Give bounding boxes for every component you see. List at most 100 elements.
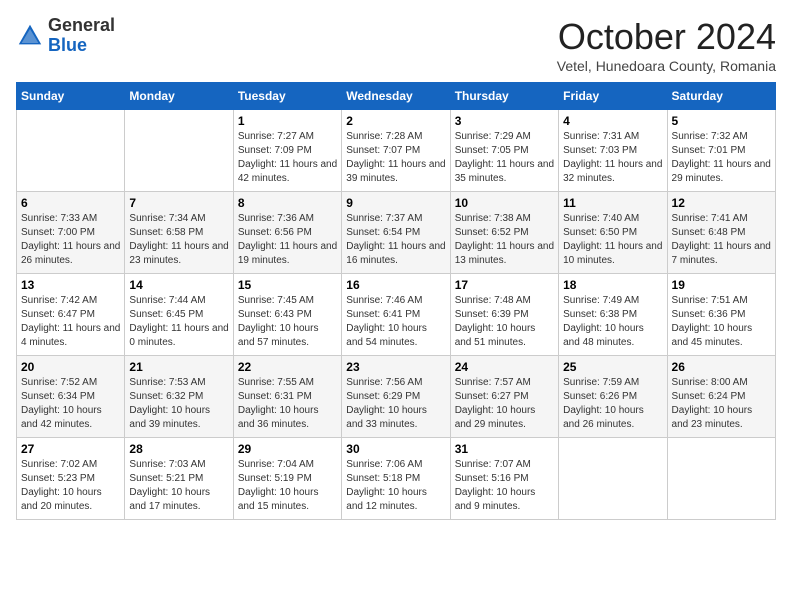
calendar-week-row: 20 Sunrise: 7:52 AM Sunset: 6:34 PM Dayli… [17,356,776,438]
day-number: 7 [129,196,228,210]
calendar-cell [667,438,775,520]
calendar-cell: 31 Sunrise: 7:07 AM Sunset: 5:16 PM Dayli… [450,438,558,520]
day-number: 1 [238,114,337,128]
day-detail: Sunrise: 7:28 AM Sunset: 7:07 PM Dayligh… [346,130,445,186]
logo: General Blue [16,16,115,56]
calendar-cell: 16 Sunrise: 7:46 AM Sunset: 6:41 PM Dayli… [342,274,450,356]
day-detail: Sunrise: 7:59 AM Sunset: 6:26 PM Dayligh… [563,376,662,432]
calendar-cell: 18 Sunrise: 7:49 AM Sunset: 6:38 PM Dayli… [559,274,667,356]
calendar-cell: 21 Sunrise: 7:53 AM Sunset: 6:32 PM Dayli… [125,356,233,438]
day-detail: Sunrise: 7:56 AM Sunset: 6:29 PM Dayligh… [346,376,445,432]
day-detail: Sunrise: 7:29 AM Sunset: 7:05 PM Dayligh… [455,130,554,186]
calendar-cell: 25 Sunrise: 7:59 AM Sunset: 6:26 PM Dayli… [559,356,667,438]
day-detail: Sunrise: 7:40 AM Sunset: 6:50 PM Dayligh… [563,212,662,268]
day-number: 20 [21,360,120,374]
calendar-cell: 27 Sunrise: 7:02 AM Sunset: 5:23 PM Dayli… [17,438,125,520]
day-number: 16 [346,278,445,292]
day-detail: Sunrise: 7:48 AM Sunset: 6:39 PM Dayligh… [455,294,554,350]
calendar-cell: 7 Sunrise: 7:34 AM Sunset: 6:58 PM Daylig… [125,192,233,274]
calendar-cell: 24Sunrise: 7:57 AM Sunset: 6:27 PM Dayli… [450,356,558,438]
weekday-header-row: SundayMondayTuesdayWednesdayThursdayFrid… [17,83,776,110]
title-block: October 2024 Vetel, Hunedoara County, Ro… [557,16,776,74]
day-detail: Sunrise: 7:45 AM Sunset: 6:43 PM Dayligh… [238,294,337,350]
day-number: 31 [455,442,554,456]
day-detail: Sunrise: 7:49 AM Sunset: 6:38 PM Dayligh… [563,294,662,350]
page-header: General Blue October 2024 Vetel, Hunedoa… [16,16,776,74]
day-number: 26 [672,360,771,374]
day-detail: Sunrise: 8:00 AM Sunset: 6:24 PM Dayligh… [672,376,771,432]
day-number: 24 [455,360,554,374]
calendar-cell: 10Sunrise: 7:38 AM Sunset: 6:52 PM Dayli… [450,192,558,274]
day-detail: Sunrise: 7:03 AM Sunset: 5:21 PM Dayligh… [129,458,228,514]
day-detail: Sunrise: 7:41 AM Sunset: 6:48 PM Dayligh… [672,212,771,268]
day-number: 21 [129,360,228,374]
calendar-cell: 5 Sunrise: 7:32 AM Sunset: 7:01 PM Daylig… [667,110,775,192]
day-detail: Sunrise: 7:02 AM Sunset: 5:23 PM Dayligh… [21,458,120,514]
day-number: 18 [563,278,662,292]
weekday-header: Wednesday [342,83,450,110]
day-number: 5 [672,114,771,128]
calendar-cell: 3 Sunrise: 7:29 AM Sunset: 7:05 PM Daylig… [450,110,558,192]
day-detail: Sunrise: 7:53 AM Sunset: 6:32 PM Dayligh… [129,376,228,432]
day-number: 22 [238,360,337,374]
day-number: 30 [346,442,445,456]
day-detail: Sunrise: 7:31 AM Sunset: 7:03 PM Dayligh… [563,130,662,186]
day-number: 29 [238,442,337,456]
weekday-header: Thursday [450,83,558,110]
logo-text: General Blue [48,16,115,56]
day-number: 23 [346,360,445,374]
calendar-cell: 11Sunrise: 7:40 AM Sunset: 6:50 PM Dayli… [559,192,667,274]
weekday-header: Monday [125,83,233,110]
day-number: 19 [672,278,771,292]
day-number: 28 [129,442,228,456]
calendar-cell: 28 Sunrise: 7:03 AM Sunset: 5:21 PM Dayli… [125,438,233,520]
day-number: 17 [455,278,554,292]
day-number: 15 [238,278,337,292]
day-number: 8 [238,196,337,210]
calendar-cell: 22Sunrise: 7:55 AM Sunset: 6:31 PM Dayli… [233,356,341,438]
day-detail: Sunrise: 7:34 AM Sunset: 6:58 PM Dayligh… [129,212,228,268]
calendar-cell: 9Sunrise: 7:37 AM Sunset: 6:54 PM Daylig… [342,192,450,274]
day-detail: Sunrise: 7:44 AM Sunset: 6:45 PM Dayligh… [129,294,228,350]
day-number: 3 [455,114,554,128]
calendar-cell [559,438,667,520]
weekday-header: Friday [559,83,667,110]
day-detail: Sunrise: 7:07 AM Sunset: 5:16 PM Dayligh… [455,458,554,514]
calendar-week-row: 27 Sunrise: 7:02 AM Sunset: 5:23 PM Dayli… [17,438,776,520]
calendar-cell: 1 Sunrise: 7:27 AM Sunset: 7:09 PM Daylig… [233,110,341,192]
calendar-cell [17,110,125,192]
calendar-cell: 2 Sunrise: 7:28 AM Sunset: 7:07 PM Daylig… [342,110,450,192]
day-number: 25 [563,360,662,374]
calendar-week-row: 6Sunrise: 7:33 AM Sunset: 7:00 PM Daylig… [17,192,776,274]
day-detail: Sunrise: 7:42 AM Sunset: 6:47 PM Dayligh… [21,294,120,350]
calendar-cell: 17 Sunrise: 7:48 AM Sunset: 6:39 PM Dayli… [450,274,558,356]
calendar-table: SundayMondayTuesdayWednesdayThursdayFrid… [16,82,776,520]
day-detail: Sunrise: 7:36 AM Sunset: 6:56 PM Dayligh… [238,212,337,268]
day-number: 27 [21,442,120,456]
day-detail: Sunrise: 7:38 AM Sunset: 6:52 PM Dayligh… [455,212,554,268]
day-detail: Sunrise: 7:32 AM Sunset: 7:01 PM Dayligh… [672,130,771,186]
day-detail: Sunrise: 7:52 AM Sunset: 6:34 PM Dayligh… [21,376,120,432]
day-number: 14 [129,278,228,292]
day-detail: Sunrise: 7:51 AM Sunset: 6:36 PM Dayligh… [672,294,771,350]
calendar-cell: 20 Sunrise: 7:52 AM Sunset: 6:34 PM Dayli… [17,356,125,438]
logo-icon [16,22,44,50]
day-number: 2 [346,114,445,128]
day-detail: Sunrise: 7:27 AM Sunset: 7:09 PM Dayligh… [238,130,337,186]
day-detail: Sunrise: 7:37 AM Sunset: 6:54 PM Dayligh… [346,212,445,268]
day-detail: Sunrise: 7:46 AM Sunset: 6:41 PM Dayligh… [346,294,445,350]
calendar-cell: 23 Sunrise: 7:56 AM Sunset: 6:29 PM Dayli… [342,356,450,438]
calendar-cell: 26 Sunrise: 8:00 AM Sunset: 6:24 PM Dayli… [667,356,775,438]
calendar-cell: 19 Sunrise: 7:51 AM Sunset: 6:36 PM Dayli… [667,274,775,356]
calendar-cell: 8 Sunrise: 7:36 AM Sunset: 6:56 PM Daylig… [233,192,341,274]
calendar-cell: 13 Sunrise: 7:42 AM Sunset: 6:47 PM Dayli… [17,274,125,356]
logo-general: General [48,16,115,36]
calendar-cell: 15 Sunrise: 7:45 AM Sunset: 6:43 PM Dayli… [233,274,341,356]
day-detail: Sunrise: 7:04 AM Sunset: 5:19 PM Dayligh… [238,458,337,514]
calendar-cell: 6Sunrise: 7:33 AM Sunset: 7:00 PM Daylig… [17,192,125,274]
day-number: 12 [672,196,771,210]
weekday-header: Tuesday [233,83,341,110]
day-number: 13 [21,278,120,292]
location-subtitle: Vetel, Hunedoara County, Romania [557,58,776,74]
weekday-header: Saturday [667,83,775,110]
